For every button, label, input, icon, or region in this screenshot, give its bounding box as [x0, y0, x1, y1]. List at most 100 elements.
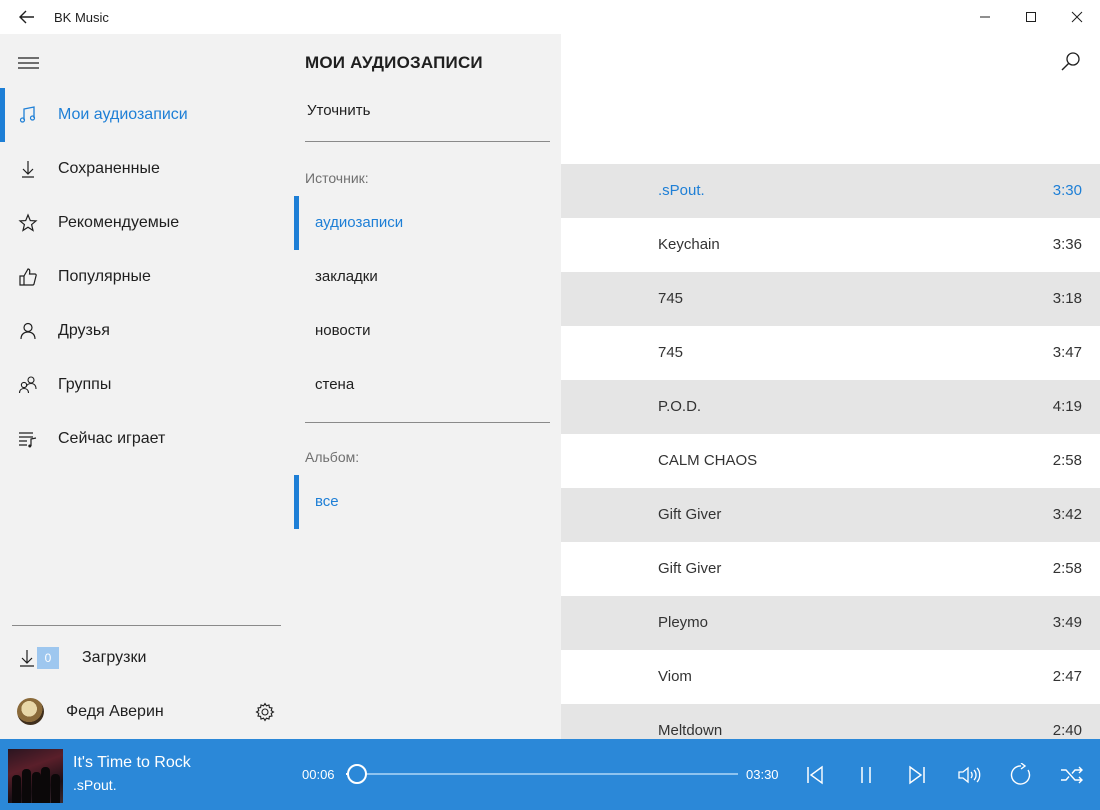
skip-previous-icon: [807, 765, 823, 785]
track-duration: 2:47: [1052, 668, 1082, 685]
track-row[interactable]: Meltdown 2:40: [561, 704, 1100, 739]
track-duration: 3:30: [1052, 182, 1082, 199]
track-list-panel: .sPout. 3:30 Keychain 3:36 745 3:18 745 …: [561, 34, 1100, 739]
user-name: Федя Аверин: [66, 703, 164, 720]
elapsed-time: 00:06: [302, 767, 335, 782]
minimize-button[interactable]: [962, 0, 1008, 34]
track-row[interactable]: Pleymo 3:49: [561, 596, 1100, 650]
track-row[interactable]: Gift Giver 3:42: [561, 488, 1100, 542]
track-duration: 3:47: [1052, 344, 1082, 361]
sidebar-item-recommended[interactable]: Рекомендуемые: [0, 196, 294, 250]
sidebar-item-saved[interactable]: Сохраненные: [0, 142, 294, 196]
sidebar: Мои аудиозаписи Сохраненные Рекомендуемы…: [0, 34, 294, 739]
filter-divider: [305, 141, 550, 142]
sidebar-item-label: Популярные: [58, 268, 151, 285]
source-item-news[interactable]: новости: [294, 304, 561, 358]
source-item-bookmarks[interactable]: закладки: [294, 250, 561, 304]
download-arrow-icon: [20, 650, 34, 667]
pause-icon: [861, 767, 871, 783]
person-icon: [20, 322, 36, 340]
now-playing-title: It's Time to Rock: [73, 754, 191, 771]
source-item-wall[interactable]: стена: [294, 358, 561, 412]
track-title: .sPout.: [658, 182, 705, 199]
refine-button[interactable]: Уточнить: [307, 102, 370, 119]
album-cover[interactable]: [8, 749, 63, 803]
maximize-icon: [1026, 12, 1036, 22]
sidebar-item-popular[interactable]: Популярные: [0, 250, 294, 304]
album-caption: Альбом:: [305, 449, 360, 465]
album-item-label: все: [315, 493, 339, 510]
now-playing-artist: .sPout.: [73, 777, 117, 793]
sidebar-item-label: Сохраненные: [58, 160, 160, 177]
track-row[interactable]: Keychain 3:36: [561, 218, 1100, 272]
track-row[interactable]: CALM CHAOS 2:58: [561, 434, 1100, 488]
track-row[interactable]: Viom 2:47: [561, 650, 1100, 704]
close-icon: [1071, 11, 1083, 23]
track-row[interactable]: Gift Giver 2:58: [561, 542, 1100, 596]
sidebar-item-label: Сейчас играет: [58, 430, 166, 447]
next-button[interactable]: [904, 762, 930, 788]
track-duration: 3:42: [1052, 506, 1082, 523]
track-row[interactable]: P.O.D. 4:19: [561, 380, 1100, 434]
sidebar-item-friends[interactable]: Друзья: [0, 304, 294, 358]
track-row[interactable]: 745 3:47: [561, 326, 1100, 380]
title-bar: BK Music: [0, 0, 1100, 34]
track-title: Gift Giver: [658, 560, 722, 577]
download-arrow-icon: [22, 161, 34, 178]
track-title: Gift Giver: [658, 506, 722, 523]
downloads-label: Загрузки: [82, 649, 147, 666]
thumbs-up-icon: [19, 268, 37, 286]
track-row[interactable]: .sPout. 3:30: [561, 164, 1100, 218]
downloads-count-badge: 0: [37, 647, 59, 669]
user-profile[interactable]: Федя Аверин: [0, 692, 294, 732]
sidebar-item-my-audio[interactable]: Мои аудиозаписи: [0, 88, 294, 142]
hamburger-icon: [18, 57, 39, 69]
people-icon: [18, 376, 37, 394]
previous-button[interactable]: [802, 762, 828, 788]
track-title: Viom: [658, 668, 692, 685]
skip-next-icon: [909, 765, 925, 785]
back-button[interactable]: [0, 0, 54, 34]
window-title: BK Music: [54, 9, 109, 25]
source-item-audio[interactable]: аудиозаписи: [294, 196, 561, 250]
gear-icon[interactable]: [255, 702, 275, 722]
track-duration: 3:18: [1052, 290, 1082, 307]
track-duration: 2:58: [1052, 560, 1082, 577]
track-title: Pleymo: [658, 614, 709, 631]
minimize-icon: [980, 16, 990, 18]
sidebar-divider: [12, 625, 281, 626]
sidebar-item-now-playing[interactable]: Сейчас играет: [0, 412, 294, 466]
track-title: Keychain: [658, 236, 720, 253]
source-caption: Источник:: [305, 170, 369, 186]
sidebar-item-label: Рекомендуемые: [58, 214, 180, 231]
shuffle-button[interactable]: [1059, 762, 1085, 788]
track-title: P.O.D.: [658, 398, 702, 415]
filter-divider: [305, 422, 550, 423]
source-item-label: закладки: [315, 268, 378, 285]
back-arrow-icon: [19, 10, 34, 24]
close-button[interactable]: [1054, 0, 1100, 34]
track-title: 745: [658, 344, 684, 361]
total-time: 03:30: [746, 767, 779, 782]
track-row[interactable]: 745 3:18: [561, 272, 1100, 326]
hamburger-menu-button[interactable]: [17, 54, 41, 72]
downloads-button[interactable]: 0 Загрузки: [0, 638, 294, 678]
sidebar-item-groups[interactable]: Группы: [0, 358, 294, 412]
track-duration: 2:40: [1052, 722, 1082, 739]
sidebar-item-label: Мои аудиозаписи: [58, 106, 188, 123]
sidebar-item-label: Друзья: [58, 322, 110, 339]
seek-bar[interactable]: [346, 764, 738, 784]
seek-handle[interactable]: [347, 764, 367, 784]
repeat-button[interactable]: [1008, 762, 1034, 788]
pause-button[interactable]: [853, 762, 879, 788]
music-note-icon: [19, 106, 36, 123]
album-item-all[interactable]: все: [294, 475, 561, 529]
volume-button[interactable]: [956, 762, 982, 788]
source-item-label: аудиозаписи: [315, 214, 404, 231]
player-bar: It's Time to Rock .sPout. 00:06 03:30: [0, 739, 1100, 810]
search-icon[interactable]: [1059, 50, 1083, 74]
shuffle-icon: [1061, 766, 1083, 784]
maximize-button[interactable]: [1008, 0, 1054, 34]
now-playing-list-icon: [19, 432, 37, 448]
track-duration: 3:49: [1052, 614, 1082, 631]
